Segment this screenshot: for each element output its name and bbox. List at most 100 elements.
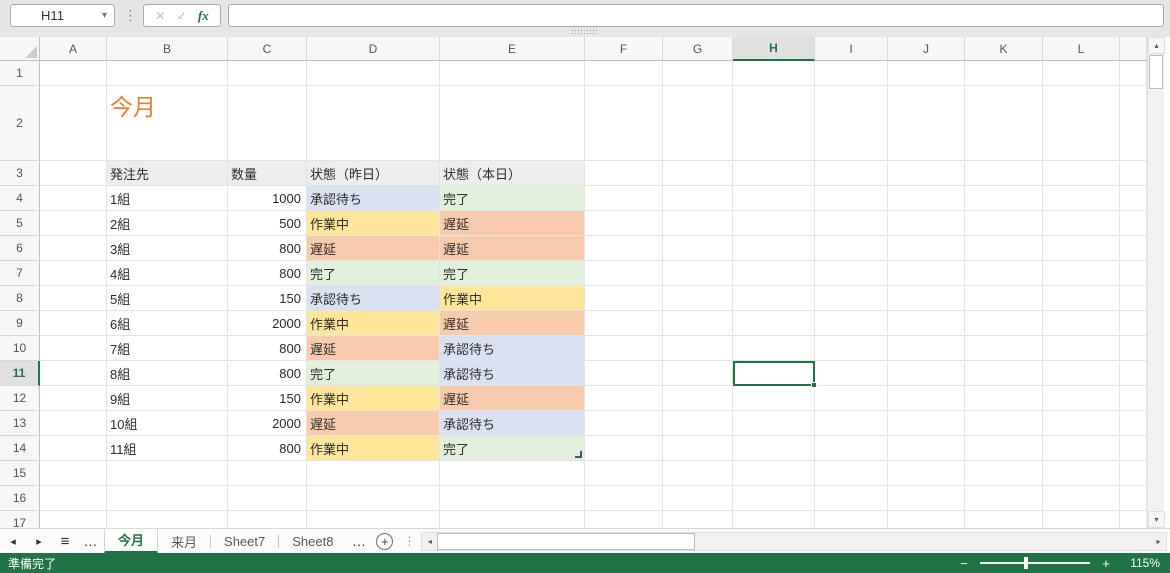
scroll-up-icon[interactable]: ▴	[1148, 37, 1165, 54]
cell-L15[interactable]	[1043, 461, 1120, 486]
select-all-corner[interactable]	[0, 37, 40, 61]
cancel-icon[interactable]: ✕	[155, 9, 165, 23]
cell-I9[interactable]	[815, 311, 888, 336]
cell-E6[interactable]: 遅延	[440, 236, 585, 261]
column-header-H[interactable]: H	[733, 37, 815, 61]
cell-L14[interactable]	[1043, 436, 1120, 461]
cell-G13[interactable]	[663, 411, 733, 436]
row-header-16[interactable]: 16	[0, 486, 40, 511]
cell-D12[interactable]: 作業中	[307, 386, 440, 411]
cell-I12[interactable]	[815, 386, 888, 411]
cell-L16[interactable]	[1043, 486, 1120, 511]
cell-G17[interactable]	[663, 511, 733, 528]
cell-partial-17[interactable]	[1120, 511, 1147, 528]
active-cell-selection[interactable]	[733, 361, 817, 388]
cell-partial-10[interactable]	[1120, 336, 1147, 361]
scroll-right-icon[interactable]: ▸	[1151, 533, 1166, 550]
cell-E14[interactable]: 完了	[440, 436, 585, 461]
cell-K13[interactable]	[965, 411, 1043, 436]
cell-E4[interactable]: 完了	[440, 186, 585, 211]
cell-B10[interactable]: 7組	[107, 336, 228, 361]
cell-K6[interactable]	[965, 236, 1043, 261]
cell-B4[interactable]: 1組	[107, 186, 228, 211]
scroll-down-icon[interactable]: ▾	[1148, 511, 1165, 528]
cell-A11[interactable]	[40, 361, 107, 386]
cell-B13[interactable]: 10組	[107, 411, 228, 436]
cell-K14[interactable]	[965, 436, 1043, 461]
cell-A12[interactable]	[40, 386, 107, 411]
cell-K7[interactable]	[965, 261, 1043, 286]
cell-F16[interactable]	[585, 486, 663, 511]
cell-E16[interactable]	[440, 486, 585, 511]
cell-G3[interactable]	[663, 161, 733, 186]
cell-E11[interactable]: 承認待ち	[440, 361, 585, 386]
cell-D1[interactable]	[307, 61, 440, 86]
cell-H10[interactable]	[733, 336, 815, 361]
cell-G7[interactable]	[663, 261, 733, 286]
sheet-tab-Sheet8[interactable]: Sheet8	[279, 529, 346, 554]
cell-H16[interactable]	[733, 486, 815, 511]
cell-D17[interactable]	[307, 511, 440, 528]
zoom-out-icon[interactable]: −	[956, 556, 972, 571]
cell-E15[interactable]	[440, 461, 585, 486]
cell-J11[interactable]	[888, 361, 965, 386]
column-header-C[interactable]: C	[228, 37, 307, 61]
cell-H5[interactable]	[733, 211, 815, 236]
cell-I8[interactable]	[815, 286, 888, 311]
cell-partial-15[interactable]	[1120, 461, 1147, 486]
column-header-I[interactable]: I	[815, 37, 888, 61]
cell-I16[interactable]	[815, 486, 888, 511]
cell-F14[interactable]	[585, 436, 663, 461]
cell-J16[interactable]	[888, 486, 965, 511]
cell-K1[interactable]	[965, 61, 1043, 86]
row-header-12[interactable]: 12	[0, 386, 40, 411]
cell-E17[interactable]	[440, 511, 585, 528]
row-header-7[interactable]: 7	[0, 261, 40, 286]
cell-H13[interactable]	[733, 411, 815, 436]
cell-A8[interactable]	[40, 286, 107, 311]
cell-F17[interactable]	[585, 511, 663, 528]
horizontal-scrollbar-thumb[interactable]	[437, 532, 696, 550]
cell-I11[interactable]	[815, 361, 888, 386]
cell-D13[interactable]: 遅延	[307, 411, 440, 436]
cell-C2[interactable]	[228, 86, 307, 161]
cell-K4[interactable]	[965, 186, 1043, 211]
cell-D16[interactable]	[307, 486, 440, 511]
cell-D9[interactable]: 作業中	[307, 311, 440, 336]
cell-partial-2[interactable]	[1120, 86, 1147, 161]
cell-partial-14[interactable]	[1120, 436, 1147, 461]
cell-H3[interactable]	[733, 161, 815, 186]
tab-overflow-right-icon[interactable]: …	[346, 529, 372, 554]
vertical-scrollbar-thumb[interactable]	[1149, 55, 1163, 89]
cell-D5[interactable]: 作業中	[307, 211, 440, 236]
cell-G12[interactable]	[663, 386, 733, 411]
cell-G8[interactable]	[663, 286, 733, 311]
cell-E2[interactable]	[440, 86, 585, 161]
next-sheet-icon[interactable]: ▸	[26, 529, 52, 554]
cell-L6[interactable]	[1043, 236, 1120, 261]
tabbar-grip-icon[interactable]: ⋮	[403, 534, 415, 548]
row-header-9[interactable]: 9	[0, 311, 40, 336]
cell-H8[interactable]	[733, 286, 815, 311]
row-header-2[interactable]: 2	[0, 86, 40, 161]
cell-B5[interactable]: 2組	[107, 211, 228, 236]
new-sheet-button[interactable]: +	[376, 532, 394, 550]
cell-G11[interactable]	[663, 361, 733, 386]
cell-L8[interactable]	[1043, 286, 1120, 311]
cell-K17[interactable]	[965, 511, 1043, 528]
formula-input[interactable]	[228, 4, 1164, 27]
cell-A13[interactable]	[40, 411, 107, 436]
cell-B7[interactable]: 4組	[107, 261, 228, 286]
horizontal-scrollbar-track[interactable]	[695, 533, 1151, 550]
row-header-14[interactable]: 14	[0, 436, 40, 461]
cell-partial-4[interactable]	[1120, 186, 1147, 211]
cell-G2[interactable]	[663, 86, 733, 161]
cell-F11[interactable]	[585, 361, 663, 386]
cell-I3[interactable]	[815, 161, 888, 186]
cell-A6[interactable]	[40, 236, 107, 261]
row-header-10[interactable]: 10	[0, 336, 40, 361]
insert-function-icon[interactable]: fx	[198, 8, 209, 24]
cell-L17[interactable]	[1043, 511, 1120, 528]
column-header-G[interactable]: G	[663, 37, 733, 61]
cell-L3[interactable]	[1043, 161, 1120, 186]
